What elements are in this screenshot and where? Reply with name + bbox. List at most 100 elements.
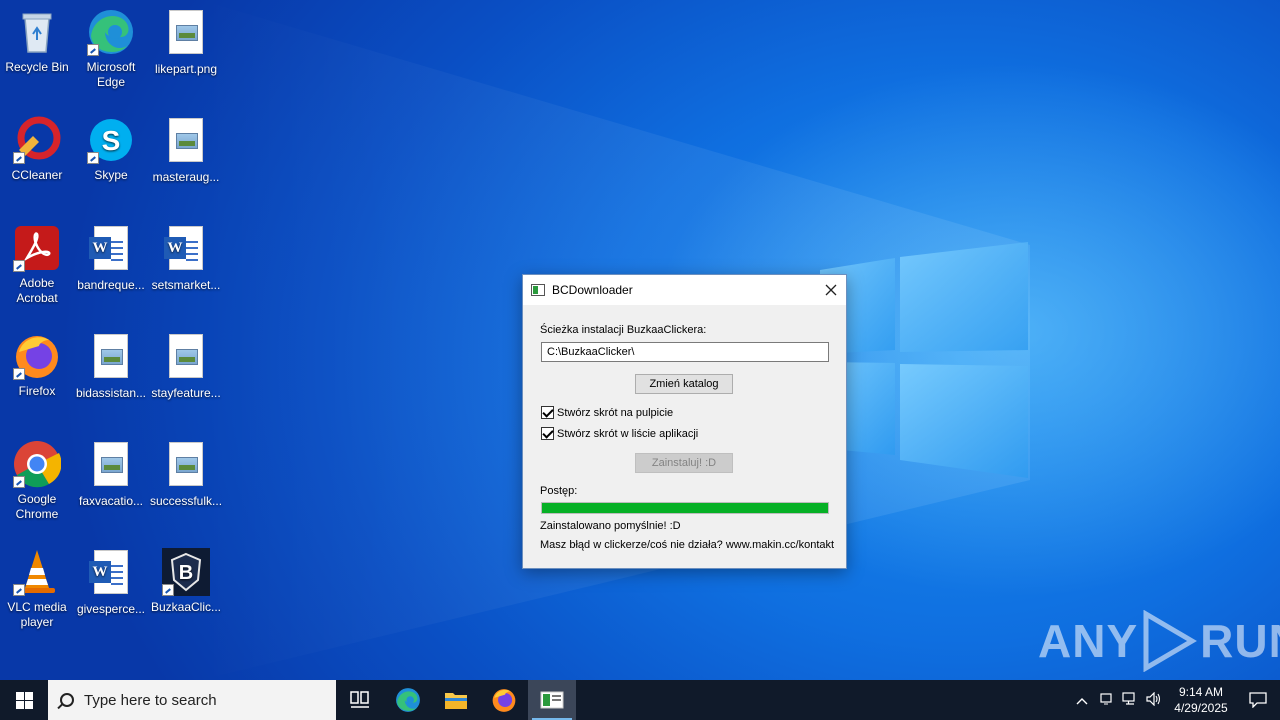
- clock-time: 9:14 AM: [1178, 685, 1224, 699]
- desktop-icon-vlc-media-player[interactable]: VLC media player: [1, 548, 73, 630]
- likepart-png-label: likepart.png: [154, 62, 218, 76]
- word-document-icon: W: [87, 226, 135, 274]
- image-file-icon: [87, 442, 135, 490]
- buzkaaclic-label: BuzkaaClic...: [150, 600, 222, 614]
- desktop-shortcut-label: Stwórz skrót na pulpicie: [557, 406, 674, 419]
- change-directory-button[interactable]: Zmień katalog: [635, 374, 733, 394]
- desktop-shortcut-option[interactable]: Stwórz skrót na pulpicie: [541, 406, 673, 419]
- image-file-icon: [162, 118, 210, 166]
- desktop-icon-microsoft-edge[interactable]: Microsoft Edge: [75, 8, 147, 90]
- desktop-icon-google-chrome[interactable]: Google Chrome: [1, 440, 73, 522]
- tray-device-button[interactable]: [1094, 692, 1118, 709]
- taskbar-clock[interactable]: 9:14 AM 4/29/2025: [1166, 684, 1236, 716]
- install-button[interactable]: Zainstaluj! :D: [635, 453, 733, 473]
- masteraug-label: masteraug...: [152, 170, 220, 184]
- taskbar-bcdownloader-button[interactable]: [528, 680, 576, 720]
- dialog-body: Ścieżka instalacji BuzkaaClickera: Zmień…: [523, 305, 846, 570]
- desktop-icon-stayfeature[interactable]: stayfeature...: [150, 332, 222, 401]
- install-progress-bar: [541, 502, 829, 514]
- shortcut-arrow-icon: [162, 584, 174, 596]
- clock-date: 4/29/2025: [1174, 701, 1228, 715]
- recycle-bin-label: Recycle Bin: [5, 60, 69, 74]
- action-center-button[interactable]: [1236, 680, 1280, 720]
- microsoft-edge-label: Microsoft Edge: [86, 60, 136, 89]
- adobe-acrobat-label: Adobe Acrobat: [16, 276, 58, 305]
- desktop-shortcut-checkbox[interactable]: [541, 406, 554, 419]
- install-path-input[interactable]: [541, 342, 829, 362]
- desktop-icon-bandreque[interactable]: W bandreque...: [75, 224, 147, 293]
- dialog-titlebar[interactable]: BCDownloader: [523, 275, 846, 305]
- word-document-icon: W: [162, 226, 210, 274]
- taskbar-edge-button[interactable]: [384, 680, 432, 720]
- apps-shortcut-option[interactable]: Stwórz skrót w liście aplikacji: [541, 427, 698, 440]
- chevron-up-icon: [1076, 698, 1088, 705]
- shortcut-arrow-icon: [87, 152, 99, 164]
- image-file-icon: [162, 10, 210, 58]
- stayfeature-label: stayfeature...: [151, 386, 221, 400]
- desktop-icon-buzkaaclic[interactable]: B BuzkaaClic...: [150, 548, 222, 615]
- watermark-text-right: RUN: [1200, 615, 1280, 667]
- shortcut-arrow-icon: [13, 584, 25, 596]
- taskbar-firefox-button[interactable]: [480, 680, 528, 720]
- play-triangle-icon: [1143, 610, 1198, 672]
- desktop-icon-firefox[interactable]: Firefox: [1, 332, 73, 399]
- recycle-bin-icon: [13, 8, 61, 56]
- image-file-icon: [162, 442, 210, 490]
- successfulk-label: successfulk...: [150, 494, 223, 508]
- apps-shortcut-checkbox[interactable]: [541, 427, 554, 440]
- buzkaaclicker-icon: B: [162, 548, 210, 596]
- close-icon: [825, 284, 837, 296]
- close-button[interactable]: [816, 275, 846, 305]
- word-document-icon: W: [87, 550, 135, 598]
- shortcut-arrow-icon: [13, 152, 25, 164]
- image-file-icon: [87, 334, 135, 382]
- bcdownloader-dialog: BCDownloader Ścieżka instalacji BuzkaaCl…: [522, 274, 847, 569]
- progress-fill: [542, 503, 828, 513]
- desktop-icon-setsmarket[interactable]: W setsmarket...: [150, 224, 222, 293]
- vlc-cone-icon: [13, 548, 61, 596]
- desktop-icon-recycle-bin[interactable]: Recycle Bin: [1, 8, 73, 75]
- firefox-label: Firefox: [18, 384, 56, 398]
- vlc-media-player-label: VLC media player: [7, 600, 67, 629]
- faxvacatio-label: faxvacatio...: [78, 494, 144, 508]
- start-button[interactable]: [0, 680, 48, 720]
- shortcut-arrow-icon: [87, 44, 99, 56]
- givesperce-label: givesperce...: [76, 602, 146, 616]
- show-hidden-icons-button[interactable]: [1070, 692, 1094, 708]
- shortcut-arrow-icon: [13, 368, 25, 380]
- skype-icon: S: [87, 116, 135, 164]
- desktop-icon-successfulk[interactable]: successfulk...: [150, 440, 222, 509]
- taskbar-file-explorer-button[interactable]: [432, 680, 480, 720]
- search-icon: [60, 693, 74, 707]
- bcdownloader-app-icon: [540, 691, 564, 709]
- device-icon: [1100, 692, 1112, 704]
- desktop-icon-faxvacatio[interactable]: faxvacatio...: [75, 440, 147, 509]
- progress-label: Postęp:: [540, 485, 578, 497]
- bandreque-label: bandreque...: [77, 278, 145, 292]
- desktop-icon-skype[interactable]: S Skype: [75, 116, 147, 183]
- network-icon: [1122, 691, 1135, 705]
- taskbar-search-box[interactable]: Type here to search: [48, 680, 336, 720]
- adobe-acrobat-icon: [13, 224, 61, 272]
- ccleaner-icon: [13, 116, 61, 164]
- dialog-title: BCDownloader: [552, 283, 633, 297]
- desktop-icon-bidassistan[interactable]: bidassistan...: [75, 332, 147, 401]
- desktop-icon-givesperce[interactable]: W givesperce...: [75, 548, 147, 617]
- shortcut-arrow-icon: [13, 260, 25, 272]
- search-placeholder: Type here to search: [84, 691, 217, 709]
- desktop-icon-ccleaner[interactable]: CCleaner: [1, 116, 73, 183]
- desktop-icon-likepart-png[interactable]: likepart.png: [150, 8, 222, 77]
- system-tray: 9:14 AM 4/29/2025: [1070, 680, 1280, 720]
- apps-shortcut-label: Stwórz skrót w liście aplikacji: [557, 427, 699, 440]
- desktop-icon-masteraug[interactable]: masteraug...: [150, 116, 222, 185]
- tray-volume-button[interactable]: [1142, 691, 1166, 709]
- desktop-icon-adobe-acrobat[interactable]: Adobe Acrobat: [1, 224, 73, 306]
- anyrun-watermark: ANY RUN: [1038, 610, 1280, 672]
- tray-network-button[interactable]: [1118, 691, 1142, 709]
- firefox-icon: [492, 689, 516, 712]
- edge-icon: [396, 688, 420, 712]
- windows-logo-icon: [15, 691, 33, 709]
- image-file-icon: [162, 334, 210, 382]
- ccleaner-label: CCleaner: [11, 168, 63, 182]
- task-view-button[interactable]: [336, 680, 384, 720]
